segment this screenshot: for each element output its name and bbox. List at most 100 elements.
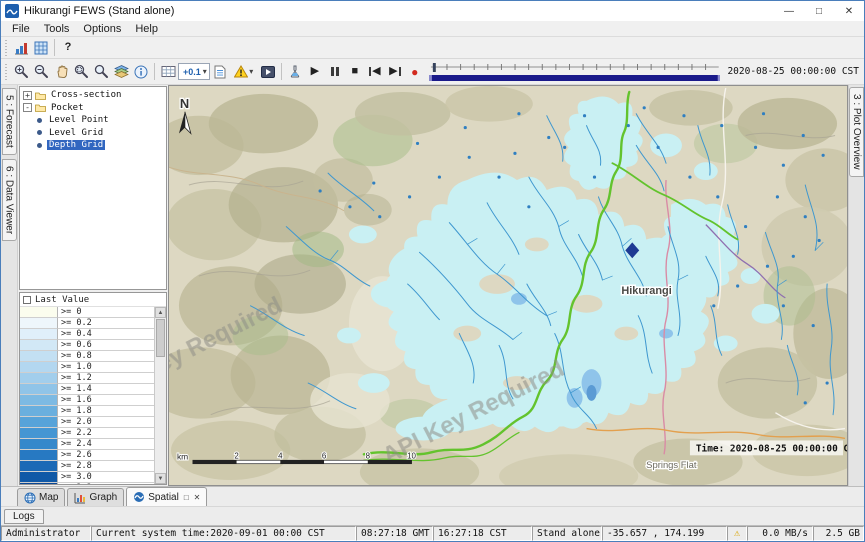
legend-row[interactable]: >= 1.8	[20, 406, 154, 417]
tree-item-level-point[interactable]: Level Point	[20, 114, 166, 127]
tab-maximize-icon[interactable]: □	[184, 493, 189, 502]
menu-options[interactable]: Options	[76, 23, 128, 35]
tree-item-depth-grid[interactable]: Depth Grid	[20, 139, 166, 152]
legend-color-swatch	[20, 373, 58, 384]
classbreak-value: +0.1	[181, 67, 203, 77]
status-memory[interactable]: 2.5 GB	[813, 526, 864, 541]
menu-file[interactable]: File	[5, 23, 37, 35]
scroll-down-icon[interactable]: ▼	[155, 473, 166, 484]
toolbar-separator	[281, 63, 282, 80]
layers-button[interactable]	[111, 62, 131, 82]
last-value-checkbox[interactable]	[23, 296, 31, 304]
tab-map[interactable]: Map	[17, 488, 65, 506]
map-display-icon[interactable]	[31, 38, 51, 58]
legend-color-swatch	[20, 483, 58, 484]
close-button[interactable]: ✕	[834, 1, 864, 21]
chevron-down-icon: ▾	[249, 67, 253, 76]
legend-row[interactable]: >= 1.2	[20, 373, 154, 384]
toolbar-grip[interactable]	[3, 40, 9, 56]
legend-row[interactable]: >= 0.6	[20, 340, 154, 351]
profile-tool-button[interactable]	[285, 62, 305, 82]
map-canvas[interactable]: API Key Required API Key Required Hikura…	[169, 86, 847, 485]
menu-bar: File Tools Options Help	[1, 21, 864, 37]
main-area: 5 : Forecast 6 : Data Viewer + Cross-sec…	[1, 85, 864, 486]
zoom-out-button[interactable]	[31, 62, 51, 82]
legend-row[interactable]: >= 1.4	[20, 384, 154, 395]
legend-row[interactable]: >= 1.0	[20, 362, 154, 373]
legend-row[interactable]: >= 0	[20, 307, 154, 318]
maximize-button[interactable]: □	[804, 1, 834, 21]
legend-label: >= 0.2	[58, 318, 154, 329]
legend-color-swatch	[20, 351, 58, 362]
pan-hand-button[interactable]	[51, 62, 71, 82]
label-document-button[interactable]	[210, 62, 230, 82]
stop-button[interactable]: ■	[345, 62, 365, 82]
tree-item-cross-section[interactable]: + Cross-section	[20, 89, 166, 102]
tree-item-pocket[interactable]: - Pocket	[20, 102, 166, 115]
legend-row[interactable]: >= 0.8	[20, 351, 154, 362]
legend-row[interactable]: >= 3.2	[20, 483, 154, 484]
legend-row[interactable]: >= 0.4	[20, 329, 154, 340]
tab-data-viewer[interactable]: 6 : Data Viewer	[2, 159, 17, 241]
logs-button[interactable]: Logs	[4, 509, 44, 524]
classbreak-combobox[interactable]: +0.1 ▾	[178, 63, 210, 80]
legend-label: >= 0.4	[58, 329, 154, 340]
toolbar-separator	[154, 63, 155, 80]
record-button[interactable]: ●	[405, 62, 425, 82]
legend-row[interactable]: >= 0.2	[20, 318, 154, 329]
menu-help[interactable]: Help	[128, 23, 165, 35]
scale-unit: km	[177, 451, 188, 461]
warning-dropdown-button[interactable]: ▾	[230, 62, 258, 82]
play-button[interactable]: ▶	[305, 62, 325, 82]
legend-row[interactable]: >= 1.6	[20, 395, 154, 406]
tree-item-level-grid[interactable]: Level Grid	[20, 127, 166, 140]
help-button[interactable]: ?	[58, 38, 78, 58]
tab-graph[interactable]: Graph	[67, 488, 124, 506]
explorer-icon[interactable]	[11, 38, 31, 58]
tab-spatial[interactable]: Spatial □ ✕	[126, 487, 207, 506]
legend-scrollbar[interactable]: ▲ ▼	[154, 307, 166, 484]
legend-label: >= 1.6	[58, 395, 154, 406]
skip-end-icon: ▶	[389, 66, 400, 77]
step-to-end-button[interactable]: ▶	[385, 62, 405, 82]
legend-row[interactable]: >= 2.0	[20, 417, 154, 428]
grid-toggle-button[interactable]	[158, 62, 178, 82]
legend-row[interactable]: >= 3.0	[20, 472, 154, 483]
layer-node-icon	[37, 130, 42, 135]
minimize-button[interactable]: —	[774, 1, 804, 21]
legend-label: >= 2.8	[58, 461, 154, 472]
legend-row[interactable]: >= 2.4	[20, 439, 154, 450]
scroll-up-icon[interactable]: ▲	[155, 307, 166, 318]
toolbar-grip[interactable]	[3, 64, 9, 80]
zoom-in-button[interactable]	[11, 62, 31, 82]
pause-button[interactable]	[325, 62, 345, 82]
spatial-toolbar: +0.1 ▾ ▾ ▶ ■ ◀ ▶ ●	[1, 59, 864, 85]
tab-forecast[interactable]: 5 : Forecast	[2, 88, 17, 155]
collapse-icon[interactable]: -	[23, 103, 32, 112]
legend-color-swatch	[20, 318, 58, 329]
scroll-thumb[interactable]	[156, 319, 165, 357]
legend-row[interactable]: >= 2.8	[20, 461, 154, 472]
expand-icon[interactable]: +	[23, 91, 32, 100]
scroll-track[interactable]	[155, 318, 166, 473]
step-to-start-button[interactable]: ◀	[365, 62, 385, 82]
menu-tools[interactable]: Tools	[37, 23, 77, 35]
status-warning[interactable]: ⚠	[727, 526, 747, 541]
map-viewport[interactable]: API Key Required API Key Required Hikura…	[168, 85, 848, 486]
tab-label: Spatial	[148, 492, 179, 503]
tab-plot-overview[interactable]: 3 : Plot Overview	[849, 87, 864, 177]
legend-color-swatch	[20, 428, 58, 439]
info-button[interactable]	[131, 62, 151, 82]
status-bar: Administrator Current system time:2020-0…	[1, 525, 864, 541]
current-time-label: 2020-08-25 00:00:00 CST	[724, 64, 864, 79]
zoom-box-button[interactable]	[71, 62, 91, 82]
legend-color-swatch	[20, 307, 58, 318]
legend-row[interactable]: >= 2.6	[20, 450, 154, 461]
legend-row[interactable]: >= 2.2	[20, 428, 154, 439]
time-slider[interactable]	[429, 61, 721, 83]
scale-tick: 10	[407, 451, 416, 460]
tab-close-icon[interactable]: ✕	[194, 493, 201, 502]
animation-button[interactable]	[258, 62, 278, 82]
window-controls: — □ ✕	[774, 1, 864, 21]
zoom-extent-button[interactable]	[91, 62, 111, 82]
